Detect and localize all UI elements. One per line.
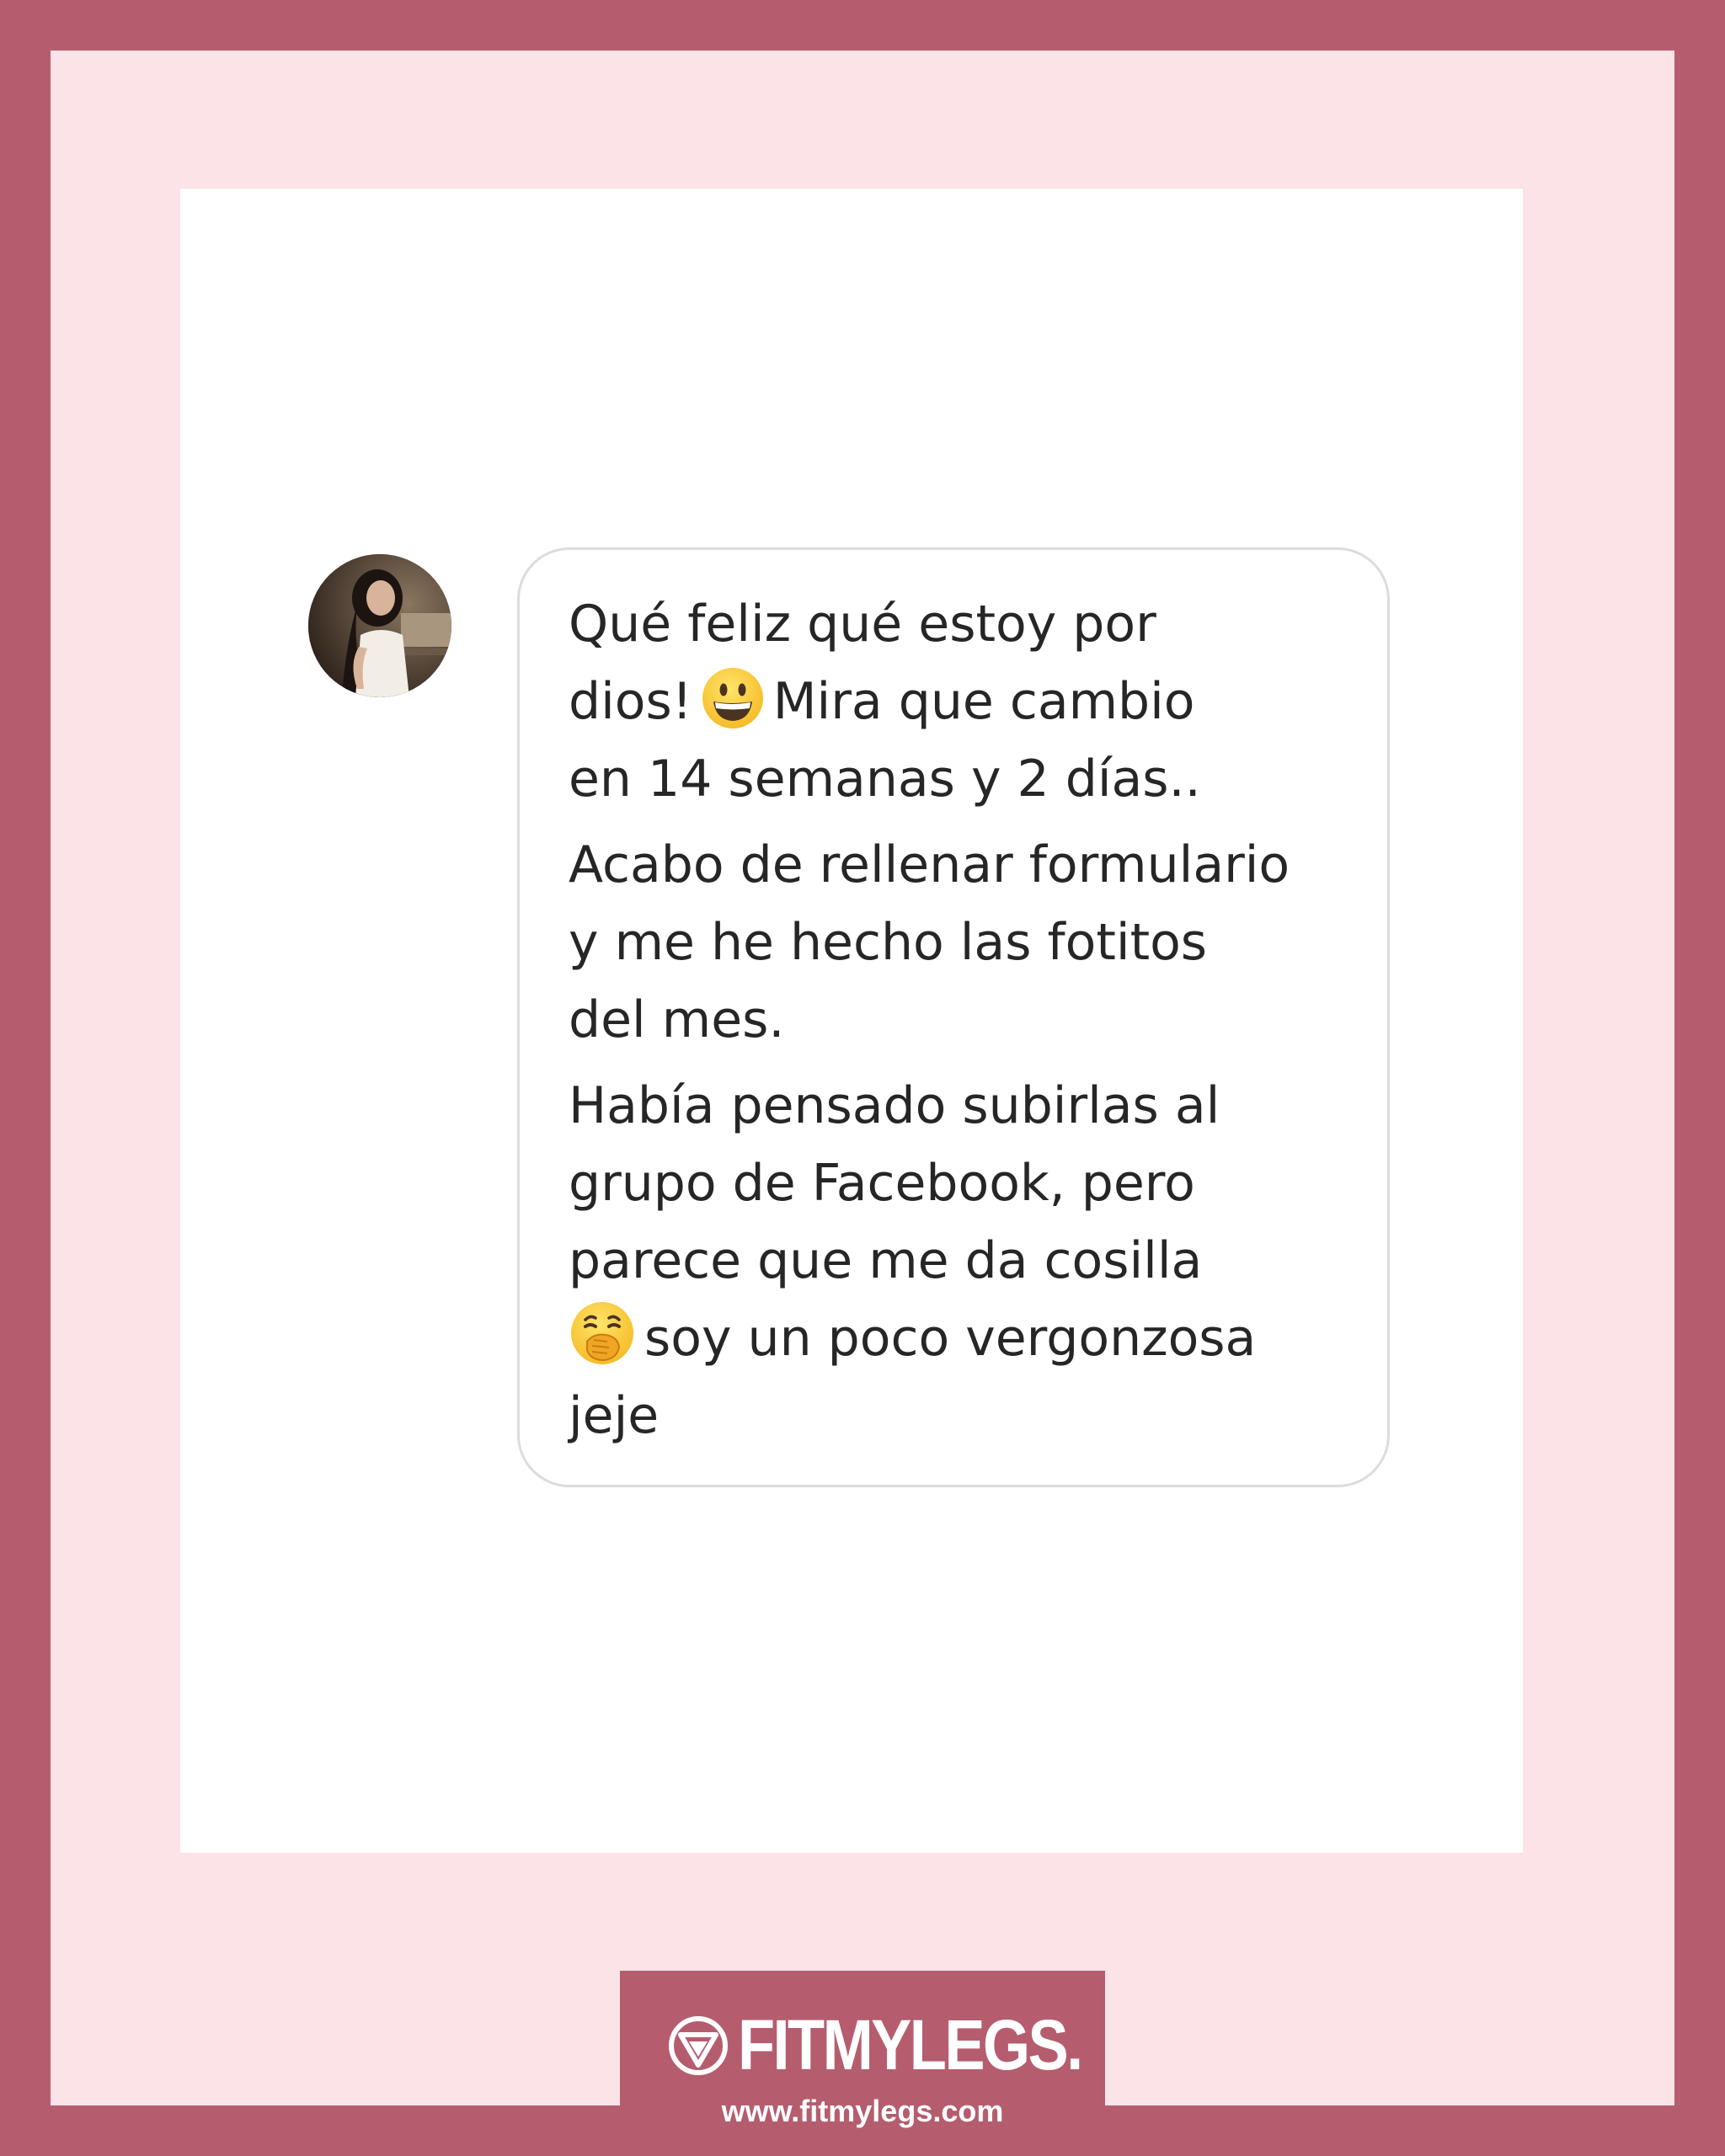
grinning-face-emoji-icon bbox=[701, 666, 765, 730]
message-line: Qué feliz qué estoy por bbox=[569, 585, 1340, 663]
user-avatar[interactable] bbox=[308, 554, 451, 697]
message-line: grupo de Facebook, pero bbox=[569, 1145, 1340, 1222]
message-text: grupo de Facebook, pero bbox=[569, 1154, 1195, 1213]
message-text: Mira que cambio bbox=[772, 672, 1195, 731]
message-text: Había pensado subirlas al bbox=[569, 1076, 1220, 1135]
message-text: dios! bbox=[569, 672, 692, 731]
brand-logo-row[interactable]: FITMYLEGS. bbox=[667, 2004, 1137, 2086]
message-text: Acabo de rellenar formulario bbox=[569, 835, 1290, 894]
message-text: parece que me da cosilla bbox=[569, 1231, 1203, 1290]
message-bubble: Qué feliz qué estoy por dios! Mira que c… bbox=[517, 547, 1390, 1487]
fitmylegs-logo-icon bbox=[669, 2015, 728, 2075]
message-text: del mes. bbox=[569, 990, 785, 1049]
message-text: soy un poco vergonzosa bbox=[644, 1309, 1257, 1368]
message-line: Había pensado subirlas al bbox=[569, 1067, 1340, 1145]
message-text: jeje bbox=[569, 1386, 660, 1445]
message-line: en 14 semanas y 2 días.. bbox=[569, 740, 1340, 818]
brand-name: FITMYLEGS. bbox=[738, 2005, 1083, 2084]
message-text: en 14 semanas y 2 días.. bbox=[569, 750, 1201, 808]
message-line: y me he hecho las fotitos bbox=[569, 904, 1340, 981]
message-paragraph-1: Qué feliz qué estoy por dios! Mira que c… bbox=[569, 585, 1340, 818]
message-line: jeje bbox=[569, 1377, 1340, 1454]
message-line: soy un poco vergonzosa bbox=[569, 1299, 1340, 1377]
avatar-photo-icon bbox=[308, 554, 451, 697]
message-paragraph-2: Acabo de rellenar formulario y me he hec… bbox=[569, 826, 1340, 1059]
message-paragraph-3: Había pensado subirlas al grupo de Faceb… bbox=[569, 1067, 1340, 1454]
message-line: parece que me da cosilla bbox=[569, 1222, 1340, 1299]
face-with-hand-over-mouth-emoji-icon bbox=[569, 1299, 636, 1367]
message-text: Qué feliz qué estoy por bbox=[569, 595, 1156, 654]
brand-footer: FITMYLEGS. www.fitmylegs.com bbox=[620, 1971, 1105, 2156]
message-line: Acabo de rellenar formulario bbox=[569, 826, 1340, 904]
message-text: y me he hecho las fotitos bbox=[569, 913, 1208, 972]
brand-url-link[interactable]: www.fitmylegs.com bbox=[620, 2094, 1105, 2129]
message-line: dios! Mira que cambio bbox=[569, 663, 1340, 740]
message-line: del mes. bbox=[569, 981, 1340, 1059]
